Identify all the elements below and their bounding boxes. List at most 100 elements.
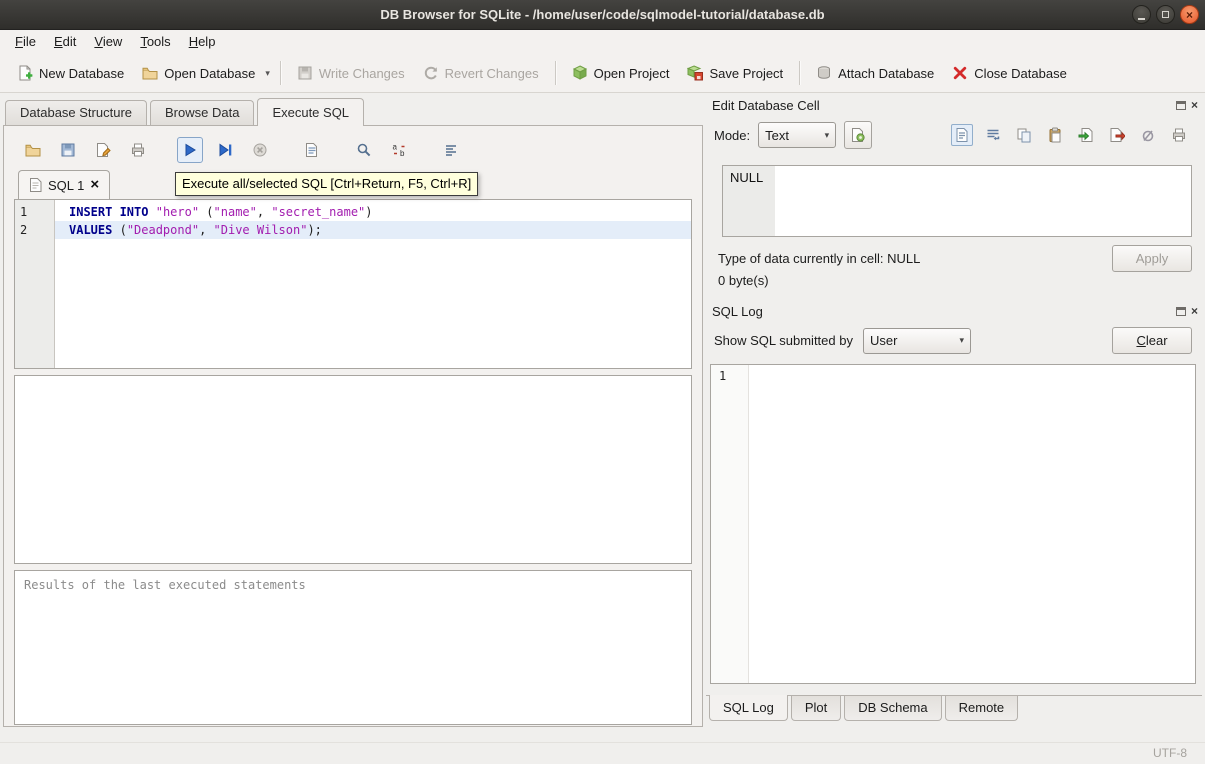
sql-text: ( [199,205,213,219]
dock-controls: × [1176,306,1198,316]
close-icon: × [1181,7,1198,23]
execute-line-button[interactable] [212,137,238,163]
line-number: 2 [20,221,54,239]
copy-cell-button[interactable] [1013,124,1035,146]
sql-editor[interactable]: 1 2 INSERT INTO "hero" ("name", "secret_… [14,199,692,369]
sql-doc-icon [29,178,42,192]
tab-plot[interactable]: Plot [791,696,841,721]
toolbar-separator [799,61,800,85]
code-area[interactable]: INSERT INTO "hero" ("name", "secret_name… [55,200,691,368]
menu-file[interactable]: File [6,31,45,53]
undock-icon[interactable] [1176,307,1186,316]
find-button[interactable] [351,137,377,163]
line-number: 1 [20,203,54,221]
sql-keyword: INSERT INTO [69,205,148,219]
right-dock: Edit Database Cell × Mode: Text ▾ [706,93,1202,742]
mode-select[interactable]: Text ▾ [758,122,836,148]
tab-browse-data[interactable]: Browse Data [150,100,254,125]
find-replace-button[interactable]: ab [386,137,412,163]
save-sql-file-button[interactable] [55,137,81,163]
cell-value-editor[interactable]: NULL [722,165,1192,237]
results-grid[interactable] [14,375,692,564]
align-lines-icon [985,127,1001,143]
open-database-dropdown-arrow[interactable]: ▾ [262,62,273,85]
null-icon [1140,127,1156,143]
minimize-button[interactable] [1132,5,1151,24]
tab-remote[interactable]: Remote [945,696,1019,721]
sql-keyword: VALUES [69,223,112,237]
revert-changes-button: Revert Changes [414,59,548,87]
dock-close-icon[interactable]: × [1191,306,1198,316]
paste-cell-button[interactable] [1044,124,1066,146]
print-icon [1171,127,1187,143]
tab-execute-sql[interactable]: Execute SQL [257,98,364,126]
find-replace-icon: ab [391,142,407,158]
cell-size-info: 0 byte(s) [718,273,1192,288]
open-database-button[interactable]: Open Database [133,59,264,87]
sql-text: ( [112,223,126,237]
minimize-icon [1138,18,1145,20]
sql-1-tab[interactable]: SQL 1 × [18,170,110,199]
filter-label: Show SQL submitted by [714,333,853,348]
submitted-by-select[interactable]: User ▾ [863,328,971,354]
open-project-button[interactable]: Open Project [563,59,679,87]
encoding-indicator[interactable]: UTF-8 [1153,746,1187,760]
svg-text:a: a [393,143,398,152]
word-wrap-button[interactable] [982,124,1004,146]
tab-database-structure[interactable]: Database Structure [5,100,147,125]
save-project-button[interactable]: Save Project [678,59,792,87]
attach-database-button[interactable]: Attach Database [807,59,943,87]
menu-tools[interactable]: Tools [131,31,179,53]
open-project-icon [572,65,588,81]
dock-controls: × [1176,100,1198,110]
export-cell-data-button[interactable] [1106,124,1128,146]
import-cell-data-button[interactable] [1075,124,1097,146]
clear-log-button[interactable]: Clear [1112,327,1192,354]
text-document-icon [954,127,970,143]
tooltip: Execute all/selected SQL [Ctrl+Return, F… [175,172,478,196]
undock-icon[interactable] [1176,101,1186,110]
maximize-button[interactable] [1156,5,1175,24]
export-results-button[interactable] [299,137,325,163]
execute-sql-panel: ab SQL 1 × 1 2 IN [3,125,703,727]
auto-switch-mode-button[interactable] [844,121,872,149]
sql-log-header: SQL Log × [706,299,1202,321]
titlebar[interactable]: DB Browser for SQLite - /home/user/code/… [0,0,1205,30]
open-sql-file-icon [25,142,41,158]
print-sql-button[interactable] [125,137,151,163]
attach-database-icon [816,65,832,81]
sql-string: "Dive Wilson" [214,223,308,237]
tab-sql-log[interactable]: SQL Log [709,695,788,721]
log-content-area[interactable] [749,365,1195,683]
results-message-area[interactable]: Results of the last executed statements [14,570,692,725]
menu-edit[interactable]: Edit [45,31,85,53]
window-title: DB Browser for SQLite - /home/user/code/… [0,7,1205,22]
mode-value: Text [765,128,789,143]
set-null-button[interactable] [1137,124,1159,146]
close-database-button[interactable]: Close Database [943,59,1076,87]
tab-db-schema[interactable]: DB Schema [844,696,941,721]
execute-all-button[interactable] [177,137,203,163]
close-button[interactable]: × [1180,5,1199,24]
menu-view[interactable]: View [85,31,131,53]
sql-text [148,205,155,219]
sql-tab-close-icon[interactable]: × [90,178,99,192]
sql-log-view[interactable]: 1 [710,364,1196,684]
cell-edit-area[interactable] [775,166,1191,236]
menu-help[interactable]: Help [180,31,225,53]
save-sql-as-button[interactable] [90,137,116,163]
format-sql-button[interactable] [438,137,464,163]
edit-cell-header: Edit Database Cell × [706,93,1202,115]
statusbar: UTF-8 [0,742,1205,764]
text-mode-button[interactable] [951,124,973,146]
print-cell-button[interactable] [1168,124,1190,146]
open-sql-file-button[interactable] [20,137,46,163]
save-project-icon [687,65,703,81]
save-sql-file-icon [60,142,76,158]
dock-close-icon[interactable]: × [1191,100,1198,110]
new-database-button[interactable]: New Database [8,59,133,87]
results-placeholder: Results of the last executed statements [24,578,306,592]
sql-text: , [257,205,271,219]
sql-string: "hero" [156,205,199,219]
chevron-down-icon: ▾ [959,335,964,346]
